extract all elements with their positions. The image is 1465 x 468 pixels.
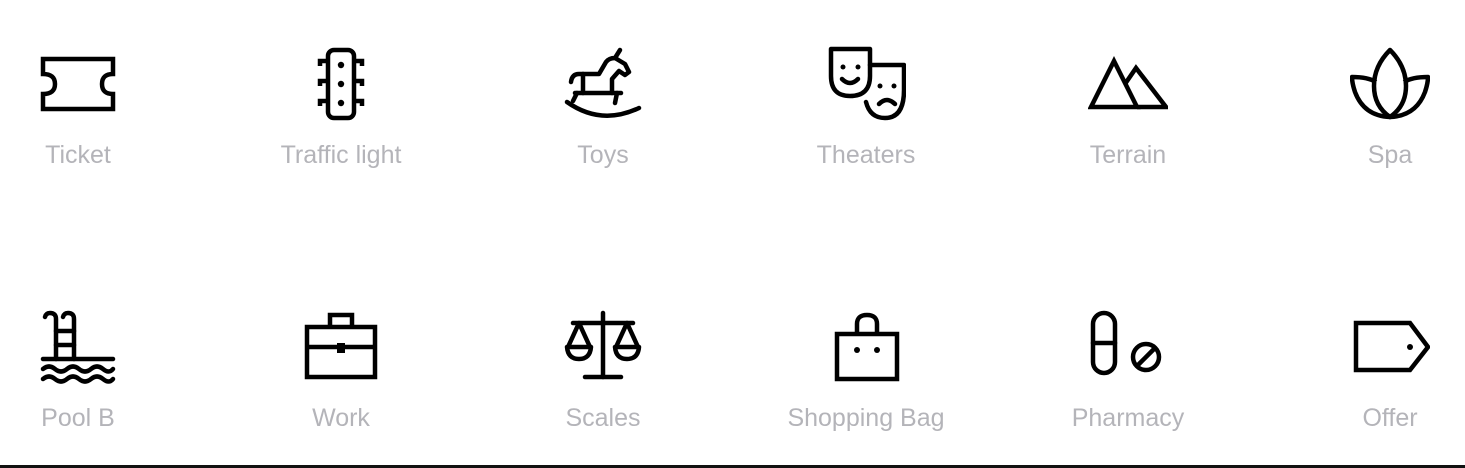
icon-label: Ticket [45, 141, 111, 169]
traffic-light-icon [301, 44, 381, 124]
pill-icon [1088, 307, 1168, 387]
icon-tile-pharmacy[interactable]: Pharmacy [1018, 307, 1238, 457]
icon-label: Pool B [41, 404, 115, 432]
icon-tile-scales[interactable]: Scales [493, 307, 713, 457]
icon-tile-theaters[interactable]: Theaters [756, 44, 976, 194]
icon-tile-traffic-light[interactable]: Traffic light [231, 44, 451, 194]
icon-tile-shopping-bag[interactable]: Shopping Bag [756, 307, 976, 457]
mountains-icon [1088, 44, 1168, 124]
icon-tile-offer[interactable]: Offer [1280, 307, 1465, 457]
icon-label: Toys [577, 141, 629, 169]
icon-tile-pool[interactable]: Pool B [0, 307, 188, 457]
ticket-icon [38, 44, 118, 124]
icon-tile-terrain[interactable]: Terrain [1018, 44, 1238, 194]
icon-label: Spa [1367, 141, 1413, 169]
icon-tile-spa[interactable]: Spa [1280, 44, 1465, 194]
icon-tile-toys[interactable]: Toys [493, 44, 713, 194]
icon-tile-ticket[interactable]: Ticket [0, 44, 188, 194]
briefcase-icon [301, 307, 381, 387]
theater-masks-icon [826, 44, 906, 124]
rocking-horse-icon [563, 44, 643, 124]
icon-grid: Ticket Traffic light Toys Theaters Terra… [0, 0, 1465, 466]
balance-scale-icon [563, 307, 643, 387]
icon-label: Scales [565, 404, 641, 432]
icon-label: Pharmacy [1071, 404, 1185, 432]
shopping-bag-icon [826, 307, 906, 387]
icon-label: Offer [1362, 404, 1418, 432]
icon-tile-work[interactable]: Work [231, 307, 451, 457]
icon-label: Terrain [1089, 141, 1167, 169]
icon-label: Theaters [816, 141, 916, 169]
icon-label: Shopping Bag [787, 404, 945, 432]
price-tag-icon [1350, 307, 1430, 387]
icon-label: Work [312, 404, 370, 432]
pool-ladder-icon [38, 307, 118, 387]
lotus-icon [1350, 44, 1430, 124]
icon-label: Traffic light [280, 141, 402, 169]
